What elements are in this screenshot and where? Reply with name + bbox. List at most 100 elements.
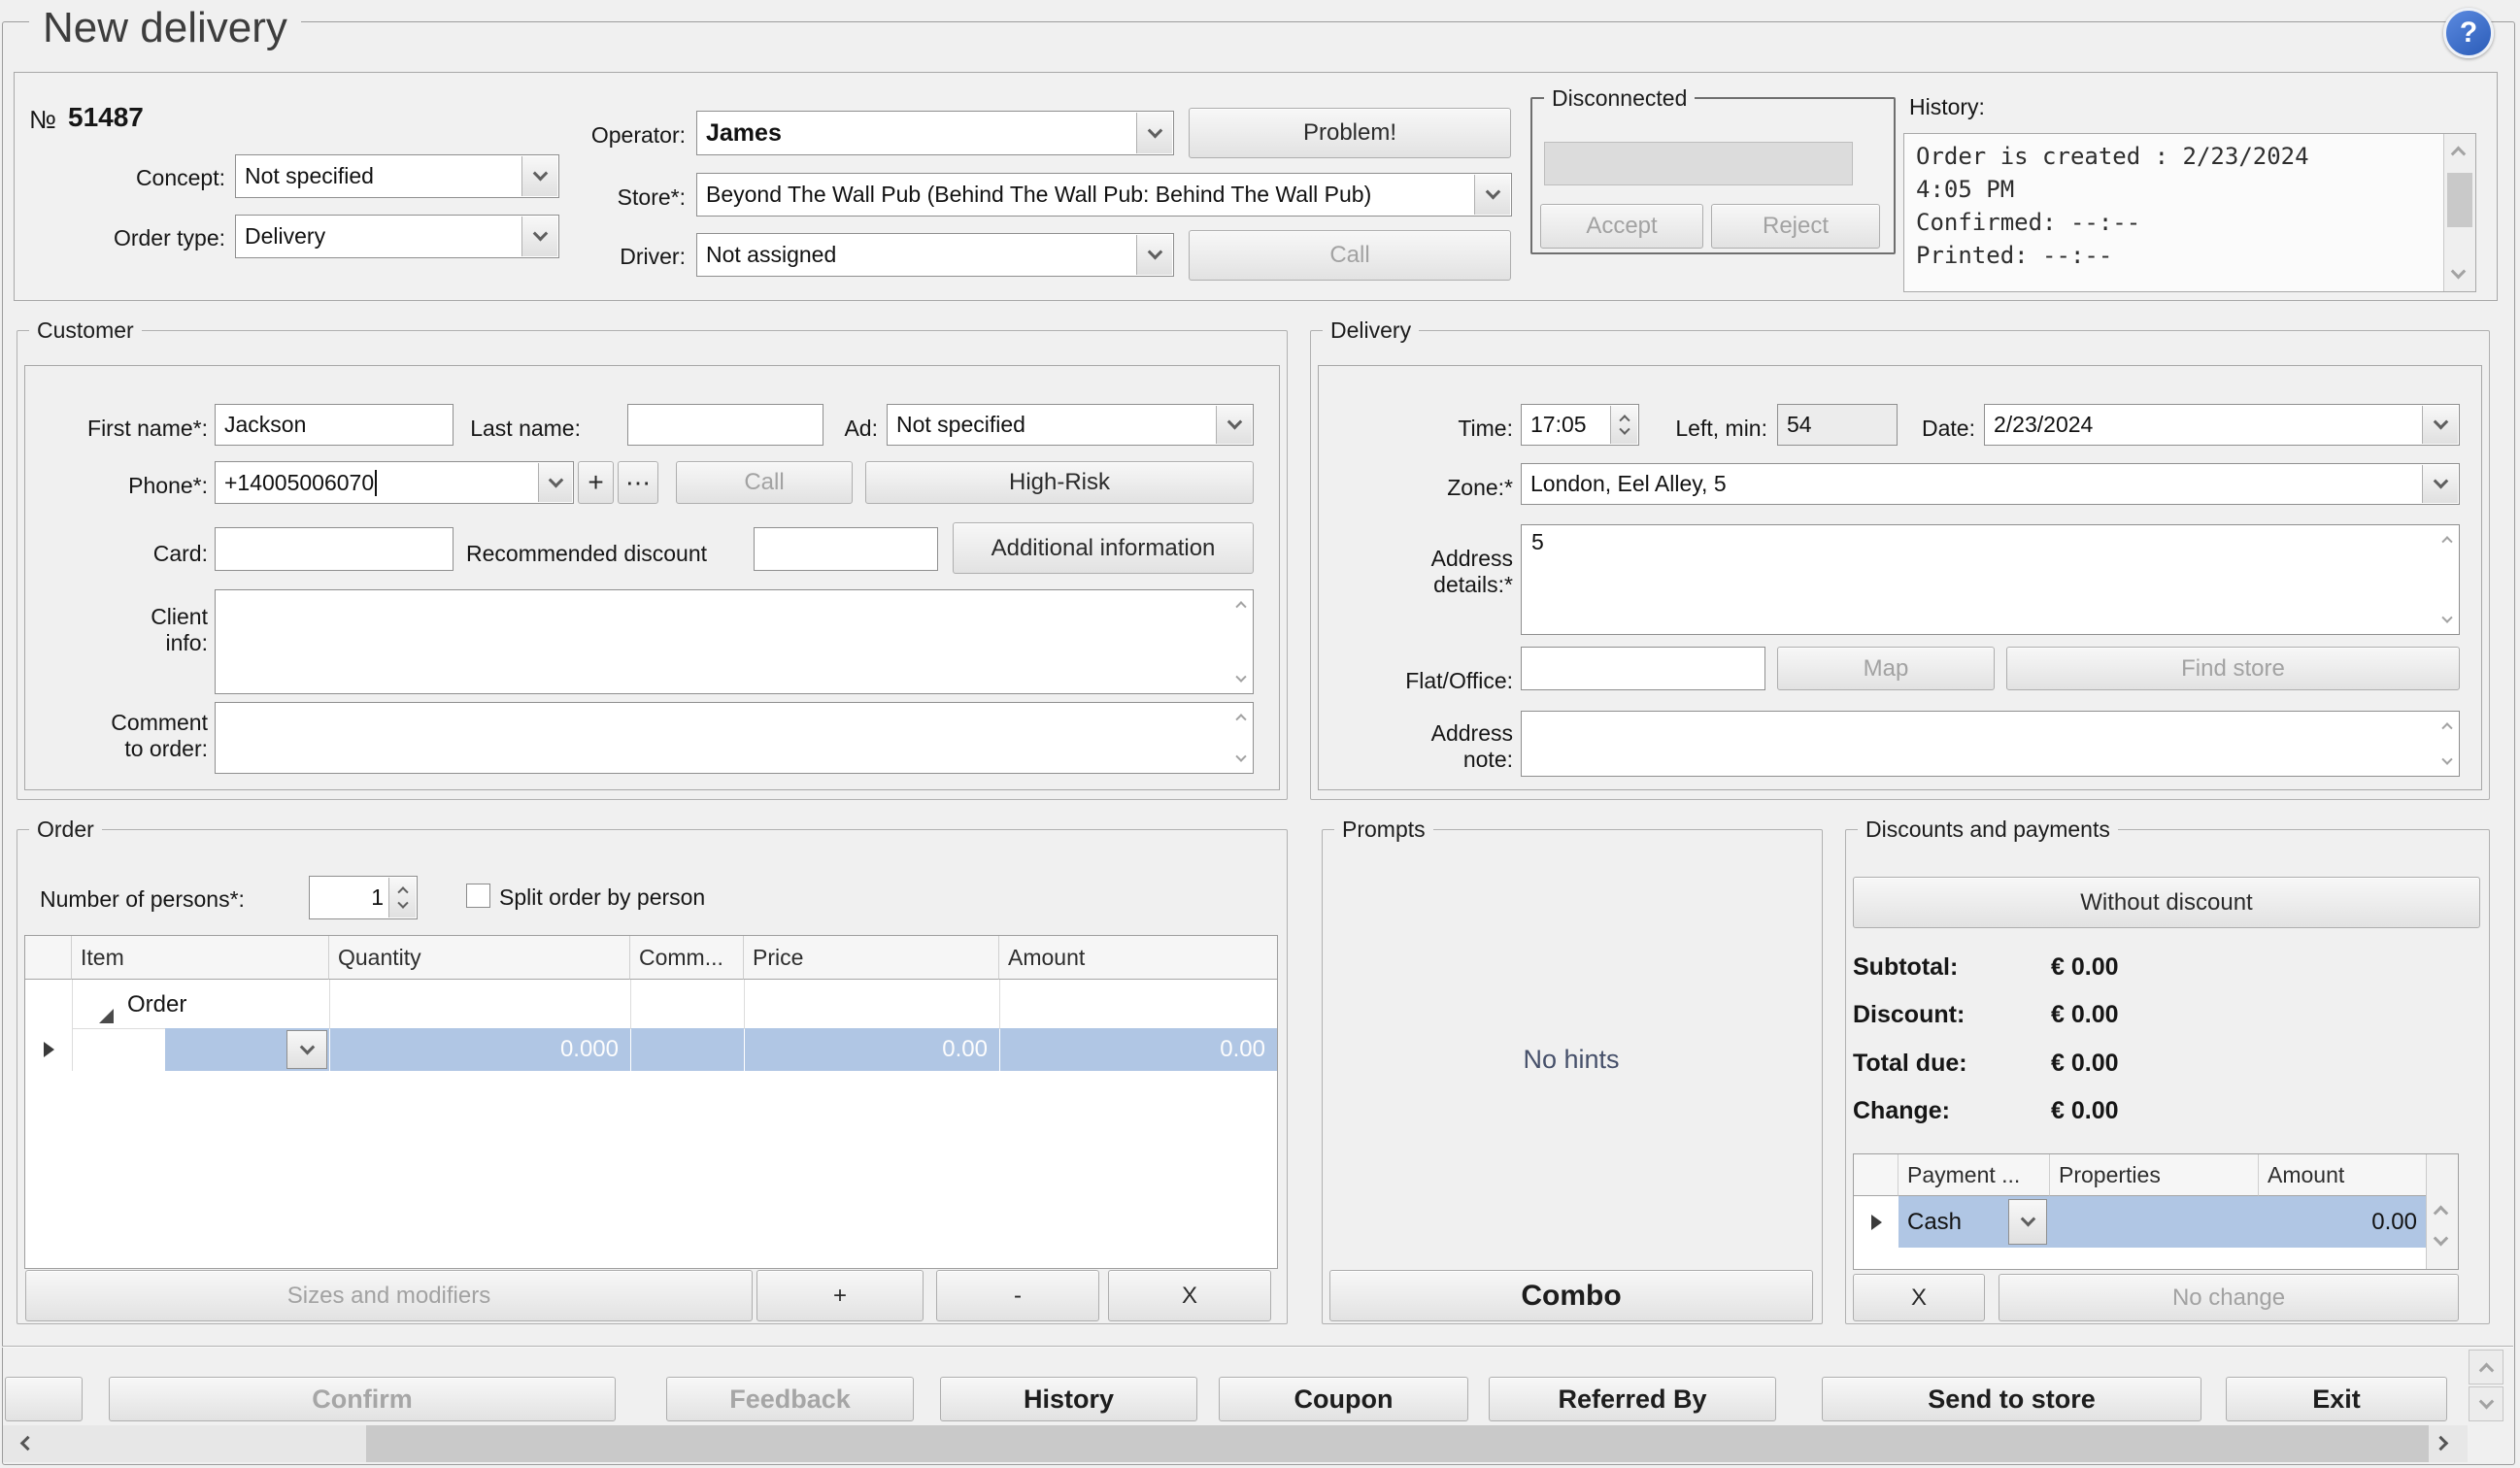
map-button[interactable]: Map — [1777, 647, 1995, 690]
payments-scrollbar[interactable] — [2426, 1154, 2458, 1269]
order-col-price[interactable]: Price — [744, 936, 999, 980]
no-change-button[interactable]: No change — [1999, 1274, 2459, 1321]
store-select[interactable]: Beyond The Wall Pub (Behind The Wall Pub… — [696, 173, 1512, 217]
row-selector[interactable] — [25, 1028, 73, 1071]
flat-office-field[interactable] — [1521, 647, 1765, 690]
find-store-button[interactable]: Find store — [2006, 647, 2460, 690]
comment-textarea[interactable] — [215, 702, 1254, 774]
add-item-button[interactable]: + — [756, 1270, 924, 1321]
price-cell[interactable]: 0.00 — [745, 1028, 999, 1071]
send-to-store-button[interactable]: Send to store — [1822, 1377, 2201, 1421]
persons-value: 1 — [371, 884, 384, 911]
problem-button[interactable]: Problem! — [1189, 108, 1511, 158]
driver-call-button[interactable]: Call — [1189, 230, 1511, 281]
scroll-up-icon[interactable] — [2434, 1206, 2449, 1221]
address-note-textarea[interactable] — [1521, 711, 2460, 777]
form-scroll-down[interactable] — [2469, 1386, 2503, 1421]
date-select[interactable]: 2/23/2024 — [1984, 404, 2460, 446]
driver-select[interactable]: Not assigned — [696, 233, 1174, 277]
history-scrollbar[interactable] — [2443, 134, 2475, 291]
chevron-down-icon[interactable] — [1216, 406, 1252, 444]
quantity-cell[interactable]: 0.000 — [330, 1028, 630, 1071]
address-note-label: Address note: — [1360, 720, 1513, 773]
coupon-button[interactable]: Coupon — [1219, 1377, 1468, 1421]
form-scroll-up[interactable] — [2469, 1350, 2503, 1385]
tree-expander-icon[interactable] — [99, 992, 114, 1010]
order-col-quantity[interactable]: Quantity — [329, 936, 630, 980]
payment-col-method[interactable]: Payment ... — [1898, 1154, 2050, 1196]
first-name-field[interactable]: Jackson — [215, 404, 454, 446]
delete-item-button[interactable]: X — [1108, 1270, 1271, 1321]
payments-table[interactable]: Payment ... Properties Amount Cash 0.00 — [1853, 1153, 2459, 1270]
recommended-discount-field[interactable] — [754, 527, 938, 571]
chevron-down-icon[interactable] — [1136, 235, 1172, 275]
high-risk-button[interactable]: High-Risk — [865, 461, 1254, 504]
chevron-down-icon[interactable] — [1474, 175, 1510, 215]
order-table[interactable]: Item Quantity Comm... Price Amount Order… — [24, 935, 1278, 1269]
time-value: 17:05 — [1530, 412, 1587, 438]
operator-select[interactable]: James — [696, 111, 1174, 155]
chevron-down-icon[interactable] — [1136, 113, 1172, 153]
payment-method-cell[interactable]: Cash — [1898, 1196, 2050, 1248]
scroll-down-icon[interactable] — [2434, 1231, 2449, 1247]
payment-properties-cell[interactable] — [2050, 1196, 2259, 1248]
clear-payment-button[interactable]: X — [1853, 1274, 1985, 1321]
comment-cell[interactable] — [631, 1028, 744, 1071]
exit-button[interactable]: Exit — [2226, 1377, 2447, 1421]
payment-col-amount[interactable]: Amount — [2259, 1154, 2427, 1196]
order-col-comment[interactable]: Comm... — [630, 936, 744, 980]
payment-col-properties[interactable]: Properties — [2050, 1154, 2259, 1196]
without-discount-button[interactable]: Without discount — [1853, 877, 2480, 928]
order-col-amount[interactable]: Amount — [999, 936, 1277, 980]
amount-cell[interactable]: 0.00 — [1000, 1028, 1277, 1071]
horizontal-scroll-thumb[interactable] — [366, 1425, 2429, 1462]
phone-field[interactable]: +14005006070 — [215, 461, 574, 504]
accept-button[interactable]: Accept — [1540, 204, 1703, 249]
spinner-icons[interactable] — [388, 878, 416, 918]
help-icon[interactable]: ? — [2443, 8, 2494, 58]
customer-call-button[interactable]: Call — [676, 461, 853, 504]
feedback-button[interactable]: Feedback — [666, 1377, 914, 1421]
order-group-row-label[interactable]: Order — [127, 991, 186, 1018]
referred-by-button[interactable]: Referred By — [1489, 1377, 1776, 1421]
scroll-down-icon — [2441, 613, 2452, 623]
split-order-checkbox[interactable] — [466, 884, 490, 908]
scroll-left-icon[interactable] — [20, 1436, 36, 1451]
chevron-down-icon[interactable] — [2422, 465, 2458, 503]
persons-spinner[interactable]: 1 — [309, 876, 418, 919]
history-scroll-thumb[interactable] — [2447, 173, 2472, 227]
order-col-item[interactable]: Item — [72, 936, 329, 980]
scroll-down-icon[interactable] — [2451, 264, 2467, 280]
confirm-button[interactable]: Confirm — [109, 1377, 616, 1421]
ad-select[interactable]: Not specified — [887, 404, 1254, 446]
more-phone-button[interactable]: ⋯ — [618, 461, 658, 504]
address-details-textarea[interactable]: 5 — [1521, 524, 2460, 635]
remove-item-button[interactable]: - — [936, 1270, 1099, 1321]
payment-amount-cell[interactable]: 0.00 — [2259, 1196, 2427, 1248]
add-phone-button[interactable]: + — [578, 461, 614, 504]
card-field[interactable] — [215, 527, 454, 571]
client-info-textarea[interactable] — [215, 589, 1254, 694]
chevron-down-icon[interactable] — [538, 463, 572, 502]
partial-button[interactable] — [5, 1377, 83, 1421]
item-combo-button[interactable] — [286, 1030, 327, 1069]
operator-label: Operator: — [540, 122, 686, 149]
chevron-down-icon[interactable] — [2422, 406, 2458, 444]
time-spinner[interactable]: 17:05 — [1521, 404, 1639, 446]
horizontal-scrollbar[interactable] — [3, 1425, 2468, 1462]
spinner-icons[interactable] — [1610, 406, 1637, 444]
sizes-modifiers-button[interactable]: Sizes and modifiers — [25, 1270, 753, 1321]
scroll-right-icon[interactable] — [2434, 1436, 2449, 1451]
scroll-up-icon[interactable] — [2451, 147, 2467, 162]
history-box[interactable]: Order is created : 2/23/2024 4:05 PM Con… — [1903, 133, 2476, 292]
payment-combo-button[interactable] — [2008, 1199, 2047, 1245]
history-button[interactable]: History — [940, 1377, 1197, 1421]
payment-row-selector[interactable] — [1854, 1196, 1899, 1248]
combo-button[interactable]: Combo — [1329, 1270, 1813, 1321]
item-cell[interactable] — [165, 1028, 329, 1071]
additional-information-button[interactable]: Additional information — [953, 522, 1254, 574]
concept-select[interactable]: Not specified — [235, 154, 559, 198]
reject-button[interactable]: Reject — [1711, 204, 1880, 249]
order-type-select[interactable]: Delivery — [235, 215, 559, 258]
zone-select[interactable]: London, Eel Alley, 5 — [1521, 463, 2460, 505]
